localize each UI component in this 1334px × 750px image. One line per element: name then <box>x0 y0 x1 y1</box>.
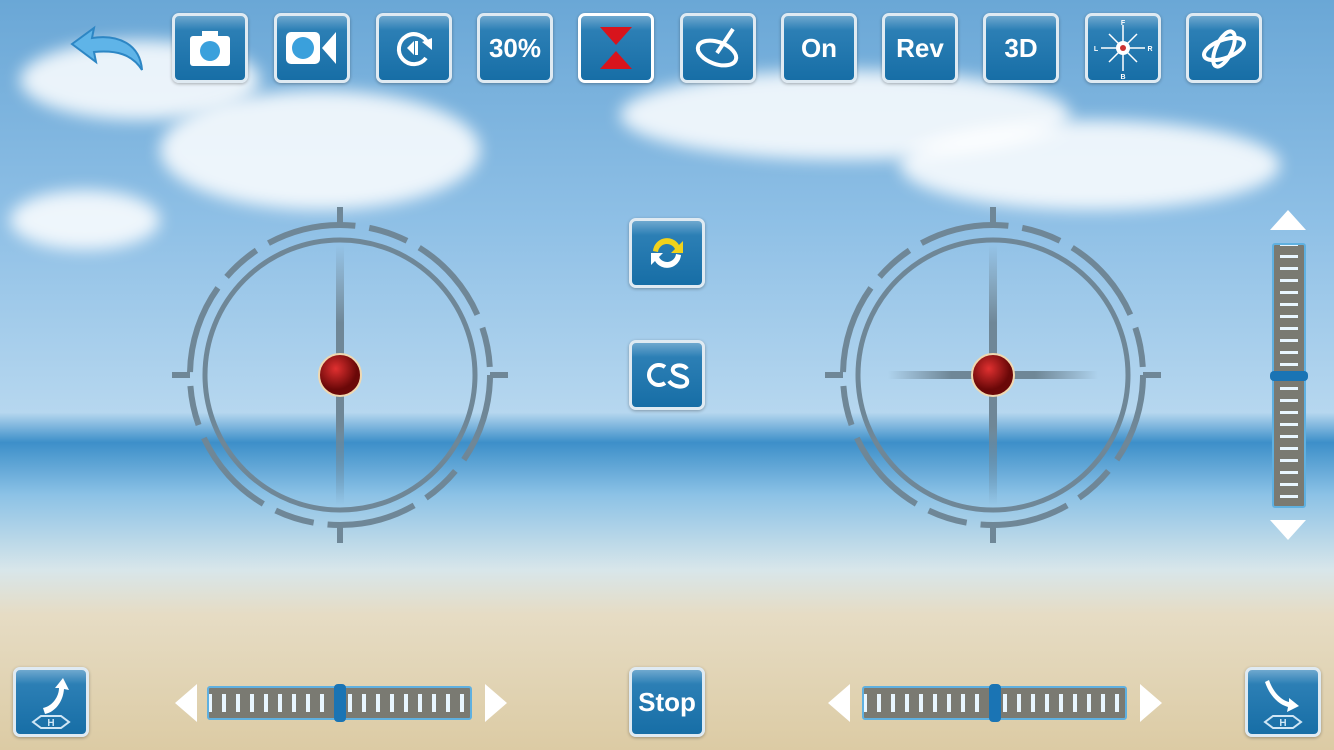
compass-icon: F B L R <box>1091 17 1155 79</box>
left-joystick[interactable] <box>170 205 510 545</box>
3d-flip-button[interactable]: 3D <box>983 13 1059 83</box>
left-trim-decrease-button[interactable] <box>175 684 197 722</box>
power-button[interactable]: On <box>781 13 857 83</box>
compass-back-label: B <box>1120 74 1125 79</box>
video-button[interactable] <box>274 13 350 83</box>
compass-front-label: F <box>1121 20 1126 27</box>
video-camera-icon <box>284 28 340 68</box>
gyro-icon <box>693 25 743 71</box>
vertical-trim-up-button[interactable] <box>1270 210 1306 230</box>
joystick-knob[interactable] <box>971 353 1015 397</box>
land-icon: H <box>1263 680 1303 729</box>
left-trim-thumb[interactable] <box>333 684 346 722</box>
reverse-button[interactable]: Rev <box>882 13 958 83</box>
vertical-trim-down-button[interactable] <box>1270 520 1306 540</box>
swap-arrows-icon <box>651 238 683 268</box>
compass-right-label: R <box>1147 46 1152 53</box>
reverse-label: Rev <box>896 32 944 63</box>
orbit-button[interactable] <box>1186 13 1262 83</box>
compass-left-label: L <box>1094 46 1099 53</box>
takeoff-icon: H <box>31 678 71 729</box>
altitude-hold-button[interactable] <box>578 13 654 83</box>
camera-icon <box>186 28 234 68</box>
right-joystick[interactable] <box>823 205 1163 545</box>
stop-label: Stop <box>638 686 696 717</box>
land-button[interactable]: H <box>1245 667 1321 737</box>
photo-button[interactable] <box>172 13 248 83</box>
back-arrow-icon <box>70 25 143 71</box>
speed-button[interactable]: 30% <box>477 13 553 83</box>
back-button[interactable] <box>68 24 148 79</box>
stop-button[interactable]: Stop <box>629 667 705 737</box>
joystick-knob[interactable] <box>318 353 362 397</box>
svg-text:H: H <box>1279 718 1286 729</box>
cs-icon <box>647 363 690 389</box>
left-trim-increase-button[interactable] <box>485 684 507 722</box>
right-trim-thumb[interactable] <box>988 684 1001 722</box>
gyro-calibrate-button[interactable] <box>680 13 756 83</box>
swap-button[interactable] <box>629 218 705 288</box>
svg-text:H: H <box>47 718 54 729</box>
right-trim-increase-button[interactable] <box>1140 684 1162 722</box>
headless-button[interactable]: F B L R <box>1085 13 1161 83</box>
vertical-trim-thumb[interactable] <box>1270 370 1308 381</box>
right-trim-decrease-button[interactable] <box>828 684 850 722</box>
hourglass-arrows-icon <box>596 23 636 73</box>
3d-flip-label: 3D <box>1004 32 1038 63</box>
speed-label: 30% <box>488 32 542 63</box>
rotate-icon <box>392 26 436 70</box>
takeoff-button[interactable]: H <box>13 667 89 737</box>
orbit-icon <box>1199 25 1249 71</box>
rotate-button[interactable] <box>376 13 452 83</box>
power-label: On <box>800 32 838 63</box>
cs-button[interactable] <box>629 340 705 410</box>
